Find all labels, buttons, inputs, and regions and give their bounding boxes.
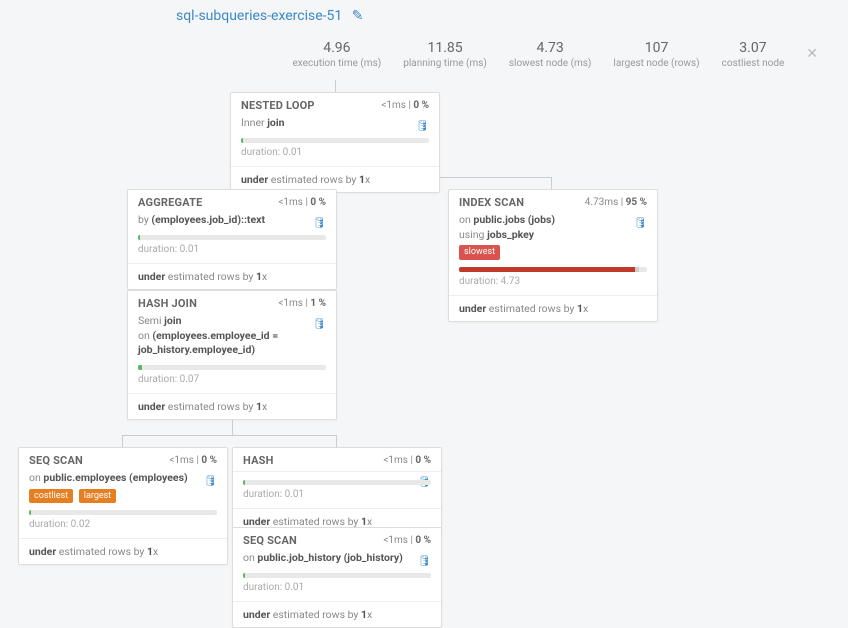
node-detail: on (employees.employee_id = job_history.… — [138, 329, 326, 358]
node-detail: on public.jobs (jobs) — [459, 213, 647, 228]
node-detail: on public.employees (employees) — [29, 471, 217, 486]
stat-exec: 4.96 execution time (ms) — [293, 40, 382, 69]
node-meta: <1ms | 0 % — [381, 100, 429, 111]
duration-text: duration: 0.01 — [138, 243, 326, 257]
node-title: SEQ SCAN — [29, 454, 83, 467]
plan-title: sql-subqueries-exercise-51 ✎ — [176, 8, 364, 24]
node-detail: Semi join — [138, 314, 326, 329]
duration-text: duration: 0.02 — [29, 518, 217, 532]
estimate-row: under estimated rows by 1x — [128, 263, 336, 289]
node-title: SEQ SCAN — [243, 534, 297, 547]
stat-plan: 11.85 planning time (ms) — [403, 40, 487, 69]
estimate-row: under estimated rows by 1x — [231, 166, 439, 192]
db-icon: 🛢 — [418, 554, 431, 569]
duration-text: duration: 0.01 — [243, 581, 431, 595]
node-title: INDEX SCAN — [459, 196, 524, 209]
duration-bar — [241, 138, 429, 143]
stat-cost: 3.07 costliest node — [722, 40, 785, 69]
estimate-row: under estimated rows by 1x — [233, 601, 441, 627]
stat-value: 4.96 — [293, 40, 382, 56]
node-nested-loop[interactable]: NESTED LOOP <1ms | 0 % 🛢 Inner join dura… — [230, 92, 440, 193]
node-meta: 4.73ms | 95 % — [585, 197, 647, 208]
stat-slow: 4.73 slowest node (ms) — [509, 40, 592, 69]
db-icon: 🛢 — [416, 119, 429, 134]
close-icon[interactable]: ✕ — [806, 46, 818, 62]
node-meta: <1ms | 0 % — [169, 455, 217, 466]
node-detail: by (employees.job_id)::text — [138, 213, 265, 226]
plan-title-text: sql-subqueries-exercise-51 — [176, 8, 342, 24]
db-icon: 🛢 — [313, 216, 326, 231]
node-title: HASH — [243, 454, 274, 467]
node-hash-join[interactable]: HASH JOIN <1ms | 1 % 🛢 Semi join on (emp… — [127, 290, 337, 420]
db-icon: 🛢 — [634, 216, 647, 231]
stat-large: 107 largest node (rows) — [613, 40, 699, 69]
stat-label: costliest node — [722, 58, 785, 69]
node-hash[interactable]: HASH <1ms | 0 % 🛢 duration: 0.01 under e… — [232, 447, 442, 535]
duration-bar — [29, 510, 217, 515]
duration-bar — [138, 235, 326, 240]
duration-text: duration: 0.07 — [138, 373, 326, 387]
duration-text: duration: 0.01 — [241, 146, 429, 160]
node-seq-scan-job-history[interactable]: SEQ SCAN <1ms | 0 % 🛢 on public.job_hist… — [232, 527, 442, 628]
node-index-scan[interactable]: INDEX SCAN 4.73ms | 95 % 🛢 on public.job… — [448, 189, 658, 322]
stat-value: 3.07 — [722, 40, 785, 56]
node-meta: <1ms | 0 % — [278, 197, 326, 208]
estimate-row: under estimated rows by 1x — [128, 393, 336, 419]
duration-bar — [243, 573, 431, 578]
node-detail: on public.job_history (job_history) — [243, 551, 431, 566]
stat-value: 11.85 — [403, 40, 487, 56]
db-icon: 🛢 — [204, 474, 217, 489]
stats-row: 4.96 execution time (ms) 11.85 planning … — [293, 40, 819, 69]
node-title: HASH JOIN — [138, 297, 197, 310]
stat-label: execution time (ms) — [293, 58, 382, 69]
node-detail: using jobs_pkey — [459, 228, 647, 243]
node-meta: <1ms | 0 % — [383, 455, 431, 466]
connector — [335, 80, 336, 92]
stat-label: planning time (ms) — [403, 58, 487, 69]
badge-slowest: slowest — [459, 245, 500, 260]
node-detail: Inner join — [241, 116, 285, 129]
db-icon: 🛢 — [313, 317, 326, 332]
estimate-row: under estimated rows by 1x — [449, 295, 657, 321]
node-meta: <1ms | 1 % — [278, 298, 326, 309]
node-meta: <1ms | 0 % — [383, 535, 431, 546]
estimate-row: under estimated rows by 1x — [19, 538, 227, 564]
stat-value: 107 — [613, 40, 699, 56]
plan-canvas: NESTED LOOP <1ms | 0 % 🛢 Inner join dura… — [0, 80, 848, 600]
node-title: NESTED LOOP — [241, 99, 315, 112]
duration-bar — [459, 267, 647, 272]
stat-value: 4.73 — [509, 40, 592, 56]
edit-icon[interactable]: ✎ — [352, 8, 364, 24]
duration-bar — [138, 365, 326, 370]
badge-costliest: costliest — [29, 489, 73, 504]
badge-largest: largest — [79, 489, 116, 504]
node-title: AGGREGATE — [138, 196, 203, 209]
node-seq-scan-employees[interactable]: SEQ SCAN <1ms | 0 % 🛢 on public.employee… — [18, 447, 228, 565]
duration-bar — [243, 480, 431, 485]
node-aggregate[interactable]: AGGREGATE <1ms | 0 % 🛢 by (employees.job… — [127, 189, 337, 290]
connector — [122, 435, 337, 447]
stat-label: slowest node (ms) — [509, 58, 592, 69]
stat-label: largest node (rows) — [613, 58, 699, 69]
connector — [232, 420, 233, 435]
duration-text: duration: 0.01 — [243, 488, 431, 502]
duration-text: duration: 4.73 — [459, 275, 647, 289]
